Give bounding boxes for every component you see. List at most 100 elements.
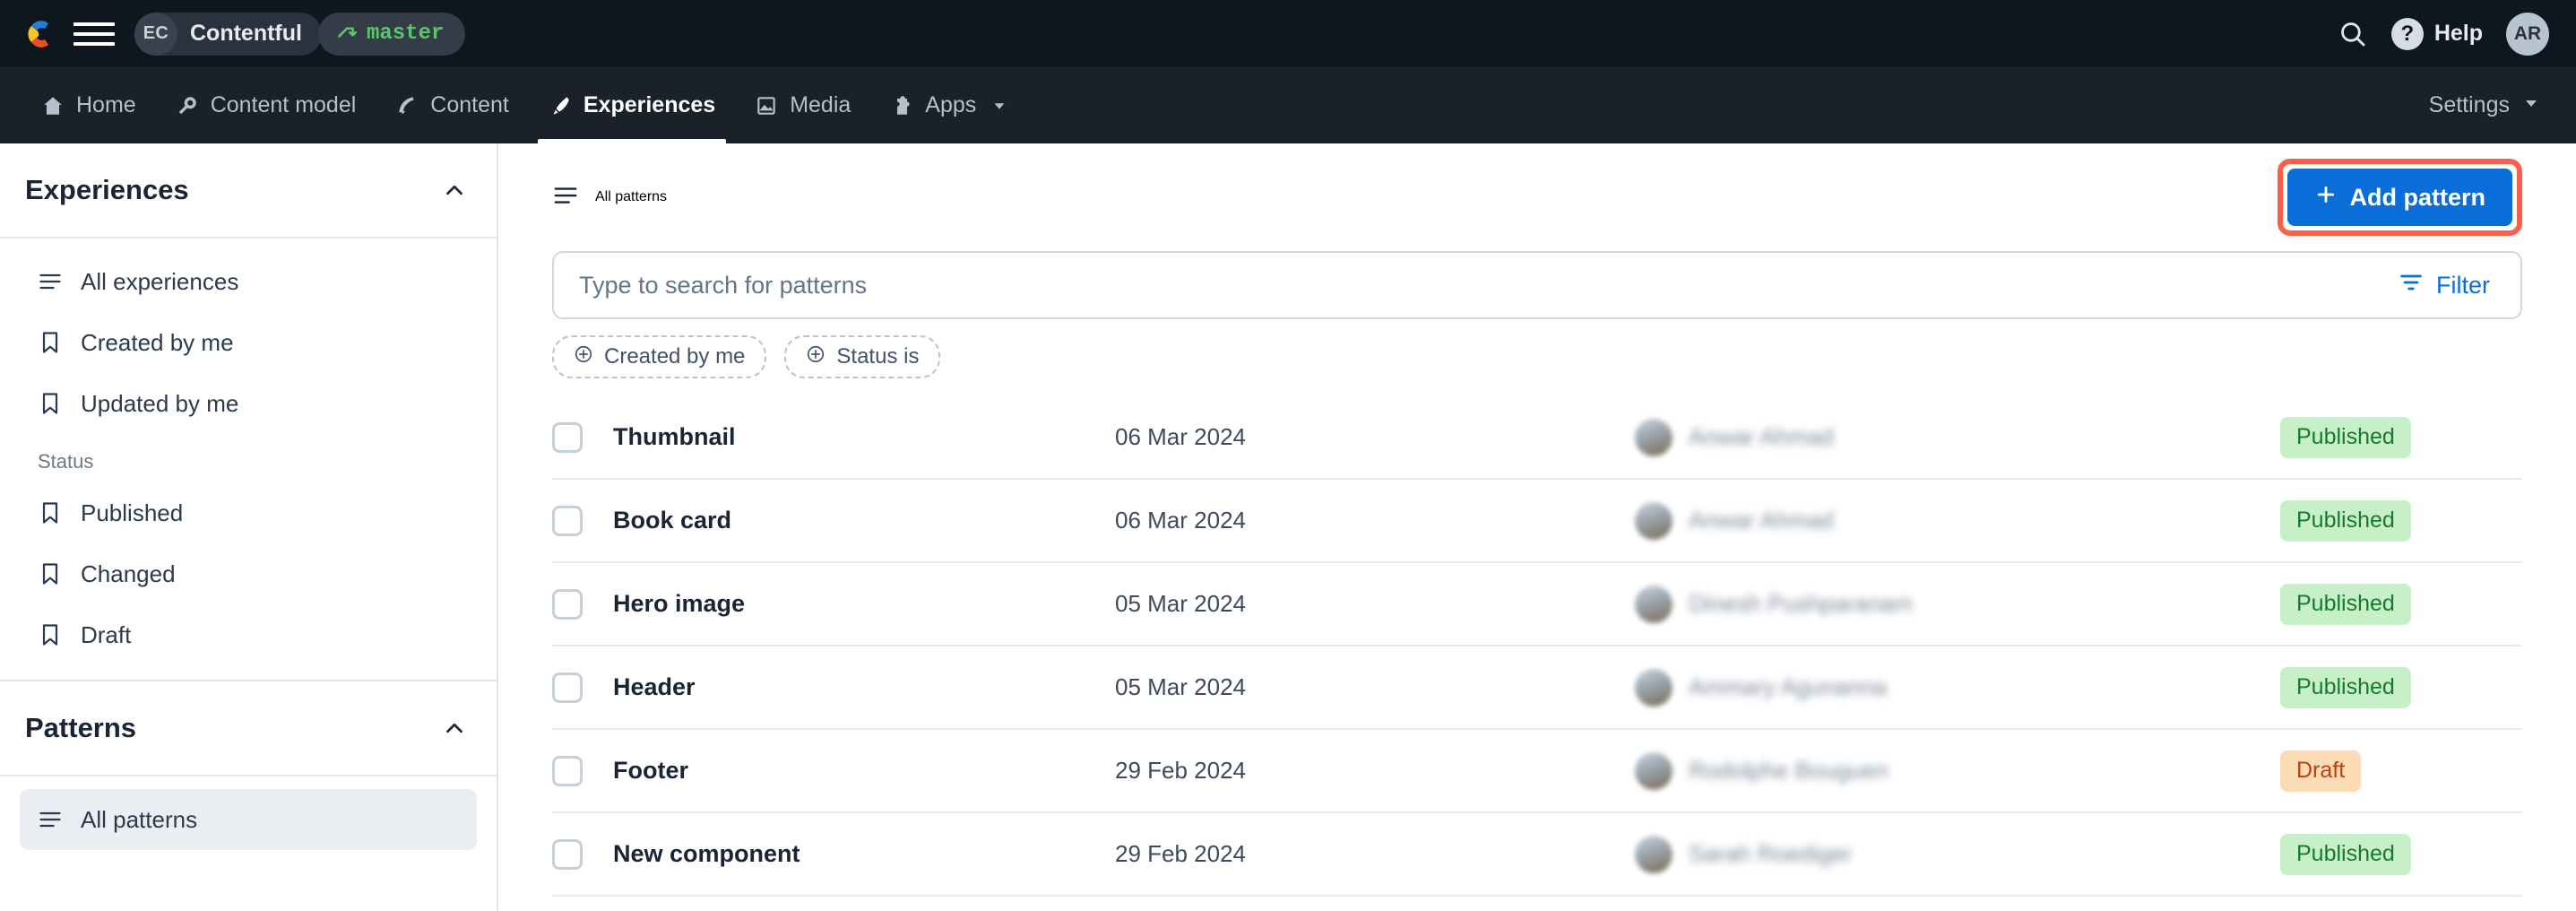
sidebar-patterns-list: All patterns <box>0 777 497 854</box>
main-header: All patterns Add pattern <box>552 143 2522 251</box>
status-cell: Draft <box>2280 750 2576 792</box>
caret-down-icon <box>2522 92 2540 118</box>
table-row[interactable]: Book card 06 Mar 2024 Anwar Ahmad Publis… <box>552 480 2522 563</box>
nav-item-content[interactable]: Content <box>376 67 529 143</box>
chevron-up-icon[interactable] <box>441 715 468 742</box>
sidebar-section-title: Experiences <box>25 174 189 205</box>
search-bar: Filter <box>552 251 2522 319</box>
pattern-author: Anwar Ahmad <box>1635 418 2280 456</box>
settings-label: Settings <box>2428 92 2510 117</box>
sidebar-item-all-patterns[interactable]: All patterns <box>20 789 477 850</box>
image-icon <box>755 94 778 117</box>
nav-item-content-model[interactable]: Content model <box>156 67 376 143</box>
plus-circle-icon <box>806 344 826 370</box>
sidebar-section-experiences-header[interactable]: Experiences <box>0 143 497 239</box>
bookmark-icon <box>38 330 63 355</box>
nav-item-media[interactable]: Media <box>735 67 870 143</box>
search-icon[interactable] <box>2338 19 2368 49</box>
status-badge: Published <box>2280 416 2411 458</box>
add-pattern-button[interactable]: Add pattern <box>2286 169 2512 226</box>
space-selector[interactable]: EC Contentful <box>134 12 322 56</box>
row-checkbox-cell <box>552 588 613 620</box>
pattern-name: Thumbnail <box>613 423 736 450</box>
sidebar-group-label-status: Status <box>38 450 94 473</box>
checkbox-unchecked-icon[interactable] <box>552 588 583 620</box>
avatar <box>1635 501 1673 540</box>
space-name: Contentful <box>190 21 302 46</box>
author-name: Ammary Agunanna <box>1689 673 1888 700</box>
pattern-date: 06 Mar 2024 <box>1115 423 1246 450</box>
puzzle-icon <box>890 94 913 117</box>
sidebar-item-draft[interactable]: Draft <box>20 604 477 665</box>
help-button[interactable]: ? Help <box>2390 17 2483 50</box>
nav-label: Media <box>790 92 851 117</box>
checkbox-unchecked-icon[interactable] <box>552 755 583 786</box>
checkbox-unchecked-icon[interactable] <box>552 421 583 453</box>
status-cell: Published <box>2280 583 2576 625</box>
pattern-author: Ammary Agunanna <box>1635 668 2280 707</box>
author-name: Dinesh Pushparanam <box>1689 590 1914 617</box>
sidebar-section-patterns: Patterns All patterns <box>0 680 497 854</box>
filter-icon <box>2399 270 2424 301</box>
pen-nib-icon <box>395 94 419 117</box>
table-row[interactable]: Hero image 05 Mar 2024 Dinesh Pushparana… <box>552 563 2522 646</box>
environment-selector[interactable]: master <box>317 12 466 56</box>
checkbox-unchecked-icon[interactable] <box>552 505 583 536</box>
sidebar-item-label: Updated by me <box>81 389 239 417</box>
status-cell: Published <box>2280 666 2576 708</box>
filter-chip-status-is[interactable]: Status is <box>784 335 941 378</box>
topbar-actions: ? Help AR <box>2338 12 2549 56</box>
checkbox-unchecked-icon[interactable] <box>552 672 583 703</box>
avatar[interactable]: AR <box>2506 12 2549 56</box>
row-checkbox-cell <box>552 755 613 786</box>
author-name: Rodolphe Bouguen <box>1689 757 1889 784</box>
pattern-date: 05 Mar 2024 <box>1115 673 1246 700</box>
author-name: Anwar Ahmad <box>1689 507 1834 534</box>
table-row[interactable]: Header 05 Mar 2024 Ammary Agunanna Publi… <box>552 646 2522 730</box>
contentful-logo-icon[interactable] <box>22 15 59 53</box>
top-bar: EC Contentful master ? Help AR <box>0 0 2576 67</box>
sidebar-section-patterns-header[interactable]: Patterns <box>0 681 497 777</box>
sidebar-item-label: Changed <box>81 560 176 587</box>
filter-chip-created-by-me[interactable]: Created by me <box>552 335 767 378</box>
search-input[interactable] <box>554 271 2377 299</box>
page-title-text: All patterns <box>595 189 668 204</box>
avatar <box>1635 751 1673 790</box>
nav-item-experiences[interactable]: Experiences <box>529 67 735 143</box>
table-row[interactable]: New component 29 Feb 2024 Sarah Roediger… <box>552 813 2522 897</box>
hamburger-menu-icon[interactable] <box>73 15 115 53</box>
pattern-name: Hero image <box>613 590 746 617</box>
question-mark-icon: ? <box>2390 17 2424 50</box>
filter-chip-label: Status is <box>836 344 920 369</box>
pattern-date: 29 Feb 2024 <box>1115 757 1247 784</box>
filter-button[interactable]: Filter <box>2377 270 2520 301</box>
pattern-author: Rodolphe Bouguen <box>1635 751 2280 790</box>
table-row[interactable]: Footer 29 Feb 2024 Rodolphe Bouguen Draf… <box>552 730 2522 813</box>
status-cell: Published <box>2280 499 2576 542</box>
pattern-author: Sarah Roediger <box>1635 835 2280 873</box>
sidebar-item-label: Published <box>81 499 184 526</box>
sidebar-item-published[interactable]: Published <box>20 482 477 543</box>
pattern-date: 05 Mar 2024 <box>1115 590 1246 617</box>
sidebar-item-created-by-me[interactable]: Created by me <box>20 312 477 373</box>
plus-circle-icon <box>574 344 593 370</box>
avatar <box>1635 668 1673 707</box>
nav-item-settings[interactable]: Settings <box>2420 67 2549 143</box>
nav-item-home[interactable]: Home <box>22 67 156 143</box>
avatar <box>1635 835 1673 873</box>
nav-item-apps[interactable]: Apps <box>870 67 1027 143</box>
list-icon <box>38 269 63 294</box>
row-checkbox-cell <box>552 838 613 870</box>
bookmark-icon <box>38 391 63 416</box>
sidebar-item-changed[interactable]: Changed <box>20 543 477 604</box>
table-row[interactable]: Thumbnail 06 Mar 2024 Anwar Ahmad Publis… <box>552 396 2522 480</box>
checkbox-unchecked-icon[interactable] <box>552 838 583 870</box>
status-badge: Published <box>2280 583 2411 625</box>
chevron-up-icon[interactable] <box>441 177 468 204</box>
sidebar-section-title: Patterns <box>25 712 137 743</box>
sidebar-item-updated-by-me[interactable]: Updated by me <box>20 373 477 434</box>
sidebar-item-label: Created by me <box>81 328 234 356</box>
row-checkbox-cell <box>552 505 613 536</box>
sidebar-item-all-experiences[interactable]: All experiences <box>20 251 477 312</box>
